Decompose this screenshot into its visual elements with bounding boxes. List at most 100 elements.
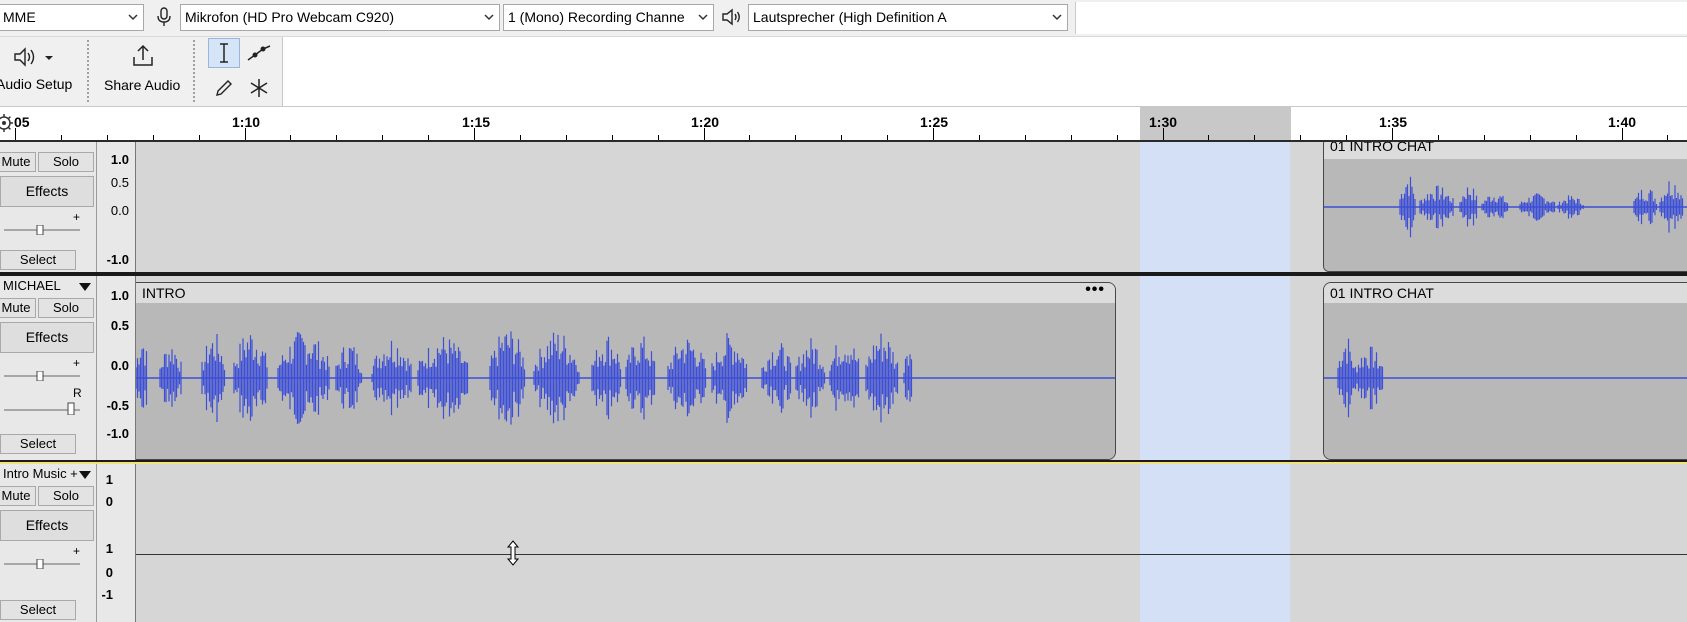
ruler-tick	[1530, 135, 1531, 140]
track-control-panel[interactable]: Mute Solo Effects + Select	[0, 142, 97, 272]
share-audio-button[interactable]: Share Audio	[96, 37, 190, 106]
mute-button[interactable]: Mute	[0, 486, 36, 506]
ruler-tick	[795, 135, 796, 140]
tools-toolbar: Audio Setup Share Audio	[0, 37, 1687, 107]
ruler-tick	[520, 135, 521, 140]
select-button[interactable]: Select	[0, 600, 76, 620]
ruler-tick	[841, 135, 842, 140]
ruler-tick	[15, 128, 16, 140]
pencil-icon	[216, 80, 232, 96]
ruler-tick-label: 1:35	[1379, 114, 1408, 130]
audio-clip-intro-chat[interactable]: 01 INTRO CHAT	[1323, 282, 1687, 460]
scale-label: 1.0	[110, 152, 129, 167]
ruler-tick	[107, 135, 108, 140]
ruler-tick	[199, 135, 200, 140]
tracks-area: Mute Solo Effects + Select 1.0 0.5 0.0 -…	[0, 142, 1687, 622]
effects-button[interactable]: Effects	[0, 510, 94, 541]
ruler-tick	[1438, 135, 1439, 140]
pan-slider[interactable]	[4, 401, 80, 415]
track-separator-focused[interactable]	[0, 460, 1687, 464]
ruler-tick	[1484, 135, 1485, 140]
pan-right-label: R	[73, 386, 82, 400]
multi-tool-button[interactable]	[243, 73, 275, 103]
solo-button[interactable]: Solo	[38, 152, 94, 172]
gain-slider[interactable]	[4, 371, 80, 381]
scale-label: 1	[105, 541, 113, 556]
recording-channels-dropdown[interactable]: 1 (Mono) Recording Channe	[503, 4, 714, 31]
scale-label: -1	[101, 587, 113, 602]
scale-label: -0.5	[106, 398, 129, 413]
track-menu-arrow-icon[interactable]	[78, 282, 92, 292]
gear-icon[interactable]	[0, 113, 14, 133]
scale-label: 0.0	[110, 358, 129, 373]
chevron-down-icon	[128, 14, 138, 21]
ruler-tick	[979, 135, 980, 140]
channel-divider	[136, 554, 1687, 555]
amplitude-ruler: 1.0 0.5 0.0 -0.5 -1.0	[97, 276, 136, 460]
scale-label: 1	[105, 472, 113, 487]
ruler-tick	[1025, 135, 1026, 140]
gain-slider[interactable]	[4, 559, 80, 569]
ruler-tick	[1254, 135, 1255, 140]
select-button[interactable]: Select	[0, 250, 76, 270]
solo-button[interactable]: Solo	[38, 486, 94, 506]
amplitude-ruler: 1 0 1 0 -1	[97, 464, 136, 622]
ruler-tick	[1117, 135, 1118, 140]
recording-channels-value: 1 (Mono) Recording Channe	[508, 9, 685, 25]
i-beam-icon	[220, 43, 228, 63]
gain-plus-icon: +	[73, 210, 81, 224]
ruler-tick	[1576, 135, 1577, 140]
track-control-panel[interactable]: MICHAEL Mute Solo Effects + R Select	[0, 276, 97, 460]
chevron-down-icon	[698, 14, 708, 21]
toolbar-grip[interactable]	[192, 39, 197, 103]
mute-button[interactable]: Mute	[0, 152, 36, 172]
waveform	[136, 331, 1115, 425]
playback-device-dropdown[interactable]: Lautsprecher (High Definition A	[748, 4, 1068, 31]
scale-label: 0	[105, 494, 113, 509]
envelope-tool-button[interactable]	[243, 38, 275, 68]
ruler-tick	[428, 135, 429, 140]
scale-label: 1.0	[110, 288, 129, 303]
effects-button[interactable]: Effects	[0, 176, 94, 207]
gain-slider[interactable]	[4, 225, 80, 235]
audio-clip[interactable]: 01 INTRO CHAT	[1323, 142, 1687, 272]
ruler-tick	[1622, 128, 1623, 140]
chevron-down-icon	[484, 14, 494, 21]
track-control-panel[interactable]: Intro Music + Mute Solo Effects + Select	[0, 464, 97, 622]
waveform	[1324, 176, 1687, 238]
audio-clip-intro[interactable]: INTRO •••	[136, 282, 1116, 460]
waveform	[1324, 338, 1687, 418]
recording-device-dropdown[interactable]: Mikrofon (HD Pro Webcam C920)	[180, 4, 500, 31]
track-menu-arrow-icon[interactable]	[78, 470, 92, 480]
ruler-tick-label: 1:20	[691, 114, 720, 130]
draw-tool-button[interactable]	[208, 73, 240, 103]
audio-setup-button[interactable]: Audio Setup	[0, 37, 86, 106]
ruler-tick	[382, 135, 383, 140]
toolbar-grip[interactable]	[86, 39, 91, 103]
share-icon	[133, 44, 153, 66]
select-button[interactable]: Select	[0, 434, 76, 454]
effects-button[interactable]: Effects	[0, 322, 94, 353]
resize-cursor-icon	[506, 540, 520, 566]
track-separator[interactable]	[0, 272, 1687, 276]
scale-label: 0	[105, 565, 113, 580]
ruler-tick	[933, 128, 934, 140]
ruler-tick	[61, 135, 62, 140]
timeline-ruler[interactable]: 05 1:10 1:15 1:20 1:25 1:30 1:35 1:40	[0, 107, 1687, 142]
time-selection[interactable]	[1140, 142, 1290, 622]
ruler-tick	[1346, 135, 1347, 140]
scale-label: 0.0	[110, 203, 129, 218]
ruler-tick	[1208, 135, 1209, 140]
ruler-tick-label: 1:25	[920, 114, 949, 130]
solo-button[interactable]: Solo	[38, 298, 94, 318]
ruler-tick	[1163, 128, 1164, 140]
audio-host-dropdown[interactable]: MME	[0, 4, 144, 31]
toolbar-empty-area	[282, 37, 1687, 106]
ruler-tick	[336, 135, 337, 140]
selection-tool-button[interactable]	[208, 38, 240, 68]
envelope-icon	[247, 45, 271, 61]
share-audio-label: Share Audio	[104, 77, 181, 93]
mute-button[interactable]: Mute	[0, 298, 36, 318]
ruler-tick	[1392, 128, 1393, 140]
chevron-down-icon	[1052, 14, 1062, 21]
